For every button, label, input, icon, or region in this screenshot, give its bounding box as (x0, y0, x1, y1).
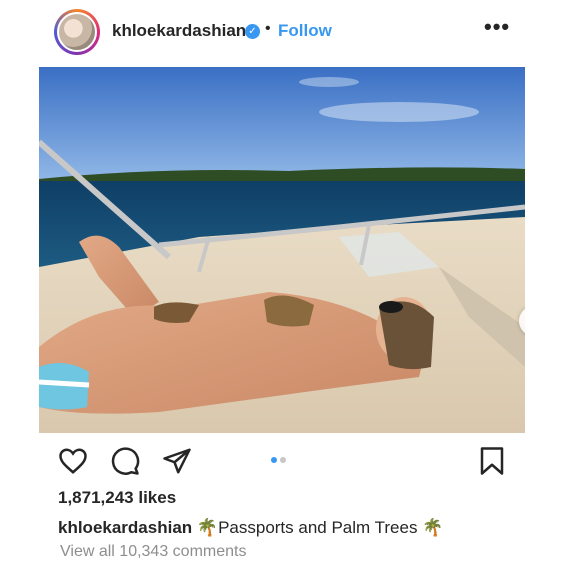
post-photo[interactable]: › (39, 67, 525, 433)
sky (39, 67, 525, 179)
caption-text: 🌴Passports and Palm Trees 🌴 (196, 518, 444, 537)
caption: khloekardashian 🌴Passports and Palm Tree… (58, 518, 443, 538)
follow-button[interactable]: Follow (278, 21, 332, 41)
view-comments-link[interactable]: View all 10,343 comments (60, 543, 246, 561)
post-username[interactable]: khloekardashian (112, 21, 246, 41)
like-icon[interactable] (58, 446, 88, 476)
photo-illustration (39, 67, 525, 433)
carousel-dot (280, 457, 286, 463)
comment-icon[interactable] (110, 446, 140, 476)
carousel-indicator (271, 450, 289, 468)
save-icon[interactable] (478, 446, 506, 476)
more-options-icon[interactable]: ••• (484, 14, 510, 40)
carousel-dot-active (271, 457, 277, 463)
caption-username[interactable]: khloekardashian (58, 518, 192, 537)
story-ring[interactable] (54, 9, 100, 55)
post-header: khloekardashian ✓ • Follow ••• (0, 0, 564, 66)
separator-dot: • (265, 20, 271, 37)
verified-icon: ✓ (245, 24, 260, 39)
avatar[interactable] (57, 12, 97, 52)
share-icon[interactable] (162, 446, 192, 476)
likes-count[interactable]: 1,871,243 likes (58, 488, 176, 508)
